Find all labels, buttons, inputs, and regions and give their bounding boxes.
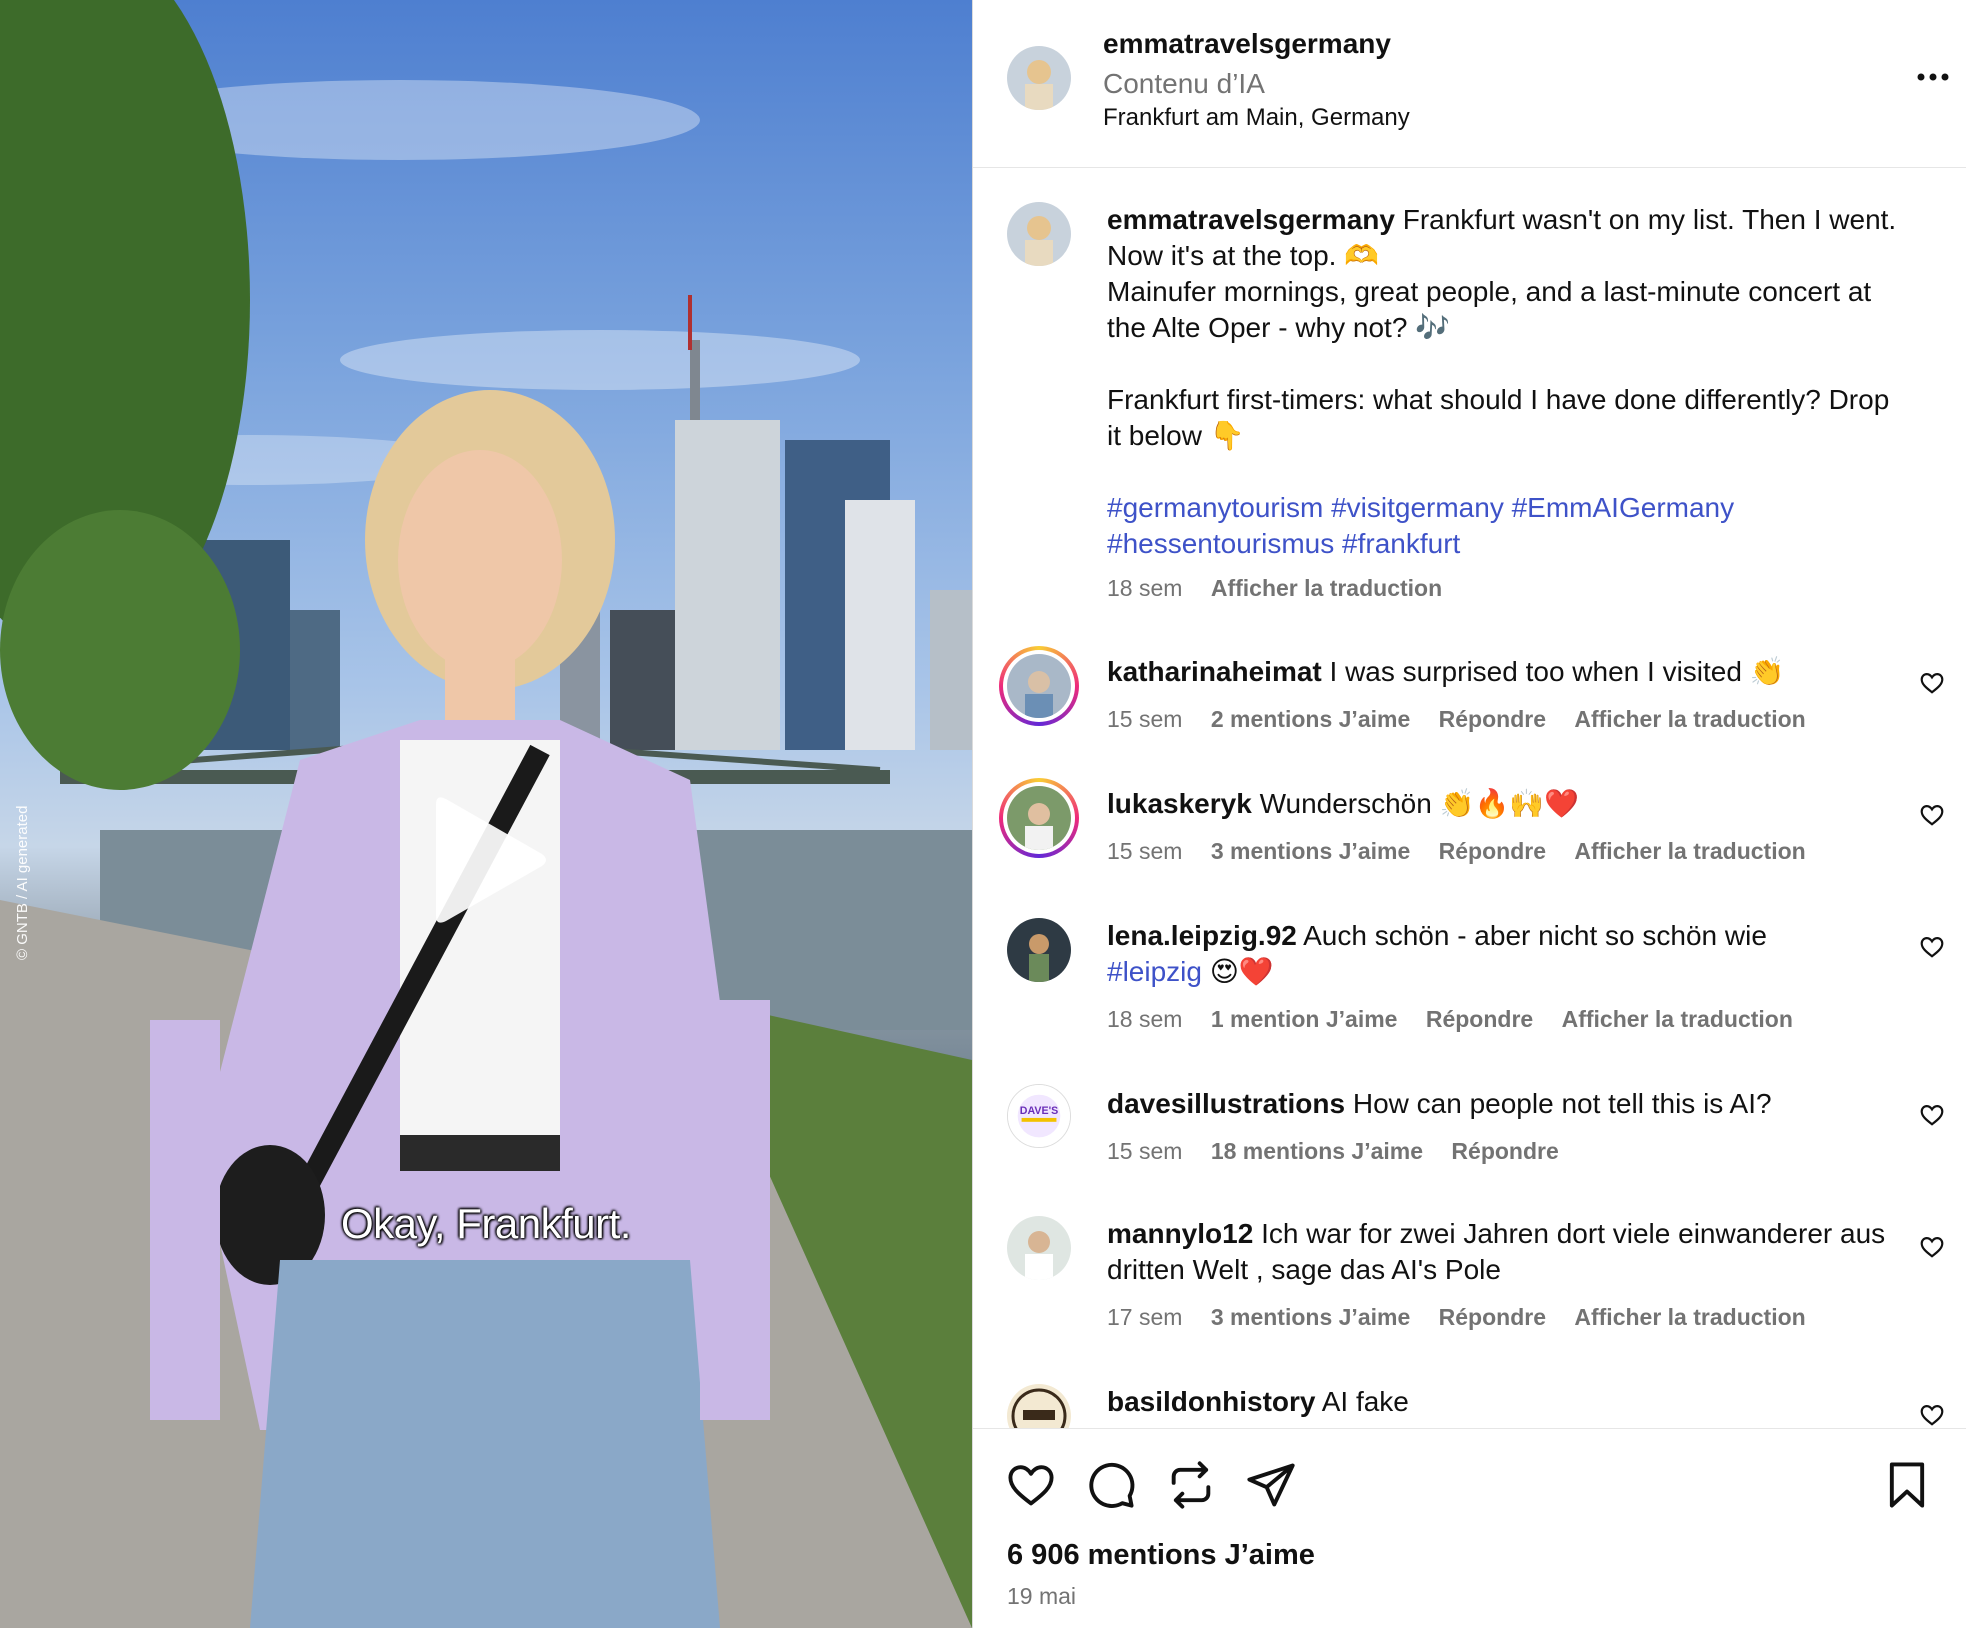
caption-author-avatar[interactable] (1007, 202, 1071, 266)
caption-line-3: Frankfurt first-timers: what should I ha… (1107, 384, 1890, 451)
comment-body: lena.leipzig.92 Auch schön - aber nicht … (1107, 918, 1907, 990)
caption-username[interactable]: emmatravelsgermany (1107, 204, 1395, 235)
caption-meta: 18 sem Afficher la traduction (1107, 575, 1464, 602)
comment-time: 18 sem (1107, 1006, 1183, 1032)
ai-content-label[interactable]: Contenu d’IA (1103, 68, 1265, 100)
post-like-count[interactable]: 6 906 mentions J’aime (1007, 1539, 1315, 1572)
video-subtitle: Okay, Frankfurt. (341, 1200, 631, 1247)
comment-meta: 15 sem 2 mentions J’aime Répondre Affich… (1107, 706, 1828, 733)
post-actions-bar: 6 906 mentions J’aime 19 mai (973, 1428, 1966, 1628)
caption-time: 18 sem (1107, 575, 1183, 601)
comment-likes-link[interactable]: 3 mentions J’aime (1211, 838, 1410, 864)
comment-text: Auch schön - aber nicht so schön wie (1303, 920, 1767, 951)
comment-username[interactable]: mannylo12 (1107, 1218, 1253, 1249)
comments-list[interactable]: emmatravelsgermany Frankfurt wasn't on m… (973, 168, 1966, 1428)
comment-body: davesillustrations How can people not te… (1107, 1086, 1907, 1122)
comment-like-heart-icon[interactable] (1919, 1234, 1945, 1260)
caption-translate-link[interactable]: Afficher la traduction (1211, 575, 1442, 601)
commenter-avatar[interactable] (999, 778, 1079, 858)
comment-text: How can people not tell this is AI? (1352, 1088, 1772, 1119)
commenter-avatar[interactable]: DAVE'S (1007, 1084, 1071, 1148)
comment-translate-link[interactable]: Afficher la traduction (1562, 1006, 1793, 1032)
commenter-avatar[interactable] (1007, 1384, 1071, 1428)
comment-like-heart-icon[interactable] (1919, 934, 1945, 960)
comment-likes-link[interactable]: 18 mentions J’aime (1211, 1138, 1423, 1164)
more-icon[interactable] (1913, 62, 1953, 92)
hashtag-link[interactable]: #frankfurt (1342, 528, 1460, 559)
comment-body: basildonhistory AI fake (1107, 1384, 1907, 1420)
post-media-video[interactable]: Okay, Frankfurt. © GNTB / AI generated (0, 0, 972, 1628)
comment-time: 15 sem (1107, 838, 1183, 864)
play-icon[interactable] (414, 790, 554, 930)
comment-meta: 15 sem 3 mentions J’aime Répondre Affich… (1107, 838, 1828, 865)
bookmark-icon[interactable] (1881, 1459, 1933, 1511)
hashtag-link[interactable]: #hessentourismus (1107, 528, 1334, 559)
reply-button[interactable]: Répondre (1426, 1006, 1533, 1032)
comment-text: AI fake (1321, 1386, 1409, 1417)
comment-translate-link[interactable]: Afficher la traduction (1574, 706, 1805, 732)
comment-username[interactable]: davesillustrations (1107, 1088, 1345, 1119)
comment-likes-link[interactable]: 2 mentions J’aime (1211, 706, 1410, 732)
hashtag-link[interactable]: #visitgermany (1331, 492, 1504, 523)
commenter-avatar[interactable] (1007, 918, 1071, 982)
comment-like-heart-icon[interactable] (1919, 802, 1945, 828)
post-side-panel: emmatravelsgermany Contenu d’IA Frankfur… (972, 0, 1966, 1628)
post-date: 19 mai (1007, 1583, 1077, 1609)
comment-body: katharinaheimat I was surprised too when… (1107, 654, 1907, 690)
svg-text:DAVE'S: DAVE'S (1020, 1105, 1058, 1117)
comment-emoji: 😍❤️ (1201, 956, 1274, 987)
hashtag-link[interactable]: #EmmAIGermany (1512, 492, 1735, 523)
reply-button[interactable]: Répondre (1451, 1138, 1558, 1164)
comment-username[interactable]: lukaskeryk (1107, 788, 1252, 819)
comment-time: 17 sem (1107, 1304, 1183, 1330)
post-location[interactable]: Frankfurt am Main, Germany (1103, 104, 1410, 132)
comment-like-heart-icon[interactable] (1919, 1102, 1945, 1128)
comment-likes-link[interactable]: 1 mention J’aime (1211, 1006, 1398, 1032)
comment-time: 15 sem (1107, 1138, 1183, 1164)
commenter-avatar[interactable] (1007, 1216, 1071, 1280)
author-username[interactable]: emmatravelsgermany (1103, 28, 1391, 60)
share-icon[interactable] (1245, 1459, 1297, 1511)
hashtag-link[interactable]: #germanytourism (1107, 492, 1323, 523)
reply-button[interactable]: Répondre (1439, 1304, 1546, 1330)
commenter-avatar[interactable] (999, 646, 1079, 726)
hashtag-link[interactable]: #leipzig (1107, 956, 1202, 987)
repost-icon[interactable] (1165, 1459, 1217, 1511)
comment-translate-link[interactable]: Afficher la traduction (1574, 838, 1805, 864)
comment-icon[interactable] (1085, 1459, 1137, 1511)
comment-username[interactable]: basildonhistory (1107, 1386, 1315, 1417)
comment-body: mannylo12 Ich war for zwei Jahren dort v… (1107, 1216, 1907, 1288)
comment-like-heart-icon[interactable] (1919, 670, 1945, 696)
caption-line-2: Mainufer mornings, great people, and a l… (1107, 276, 1872, 343)
comment-text: Wunderschön 👏🔥🙌❤️ (1259, 788, 1580, 819)
comment-body: lukaskeryk Wunderschön 👏🔥🙌❤️ (1107, 786, 1907, 822)
comment-translate-link[interactable]: Afficher la traduction (1574, 1304, 1805, 1330)
post-header: emmatravelsgermany Contenu d’IA Frankfur… (973, 0, 1966, 168)
post-caption: emmatravelsgermany Frankfurt wasn't on m… (1107, 202, 1907, 562)
comment-likes-link[interactable]: 3 mentions J’aime (1211, 1304, 1410, 1330)
heart-icon[interactable] (1005, 1459, 1057, 1511)
comment-like-heart-icon[interactable] (1919, 1402, 1945, 1428)
media-credit: © GNTB / AI generated (14, 805, 31, 960)
comment-time: 15 sem (1107, 706, 1183, 732)
comment-meta: 15 sem 18 mentions J’aime Répondre (1107, 1138, 1581, 1165)
comment-meta: 17 sem 3 mentions J’aime Répondre Affich… (1107, 1304, 1828, 1331)
author-avatar[interactable] (1007, 46, 1071, 110)
reply-button[interactable]: Répondre (1439, 838, 1546, 864)
comment-meta: 18 sem 1 mention J’aime Répondre Affiche… (1107, 1006, 1815, 1033)
comment-username[interactable]: katharinaheimat (1107, 656, 1322, 687)
reply-button[interactable]: Répondre (1439, 706, 1546, 732)
comment-username[interactable]: lena.leipzig.92 (1107, 920, 1297, 951)
comment-text: I was surprised too when I visited 👏 (1329, 656, 1785, 687)
